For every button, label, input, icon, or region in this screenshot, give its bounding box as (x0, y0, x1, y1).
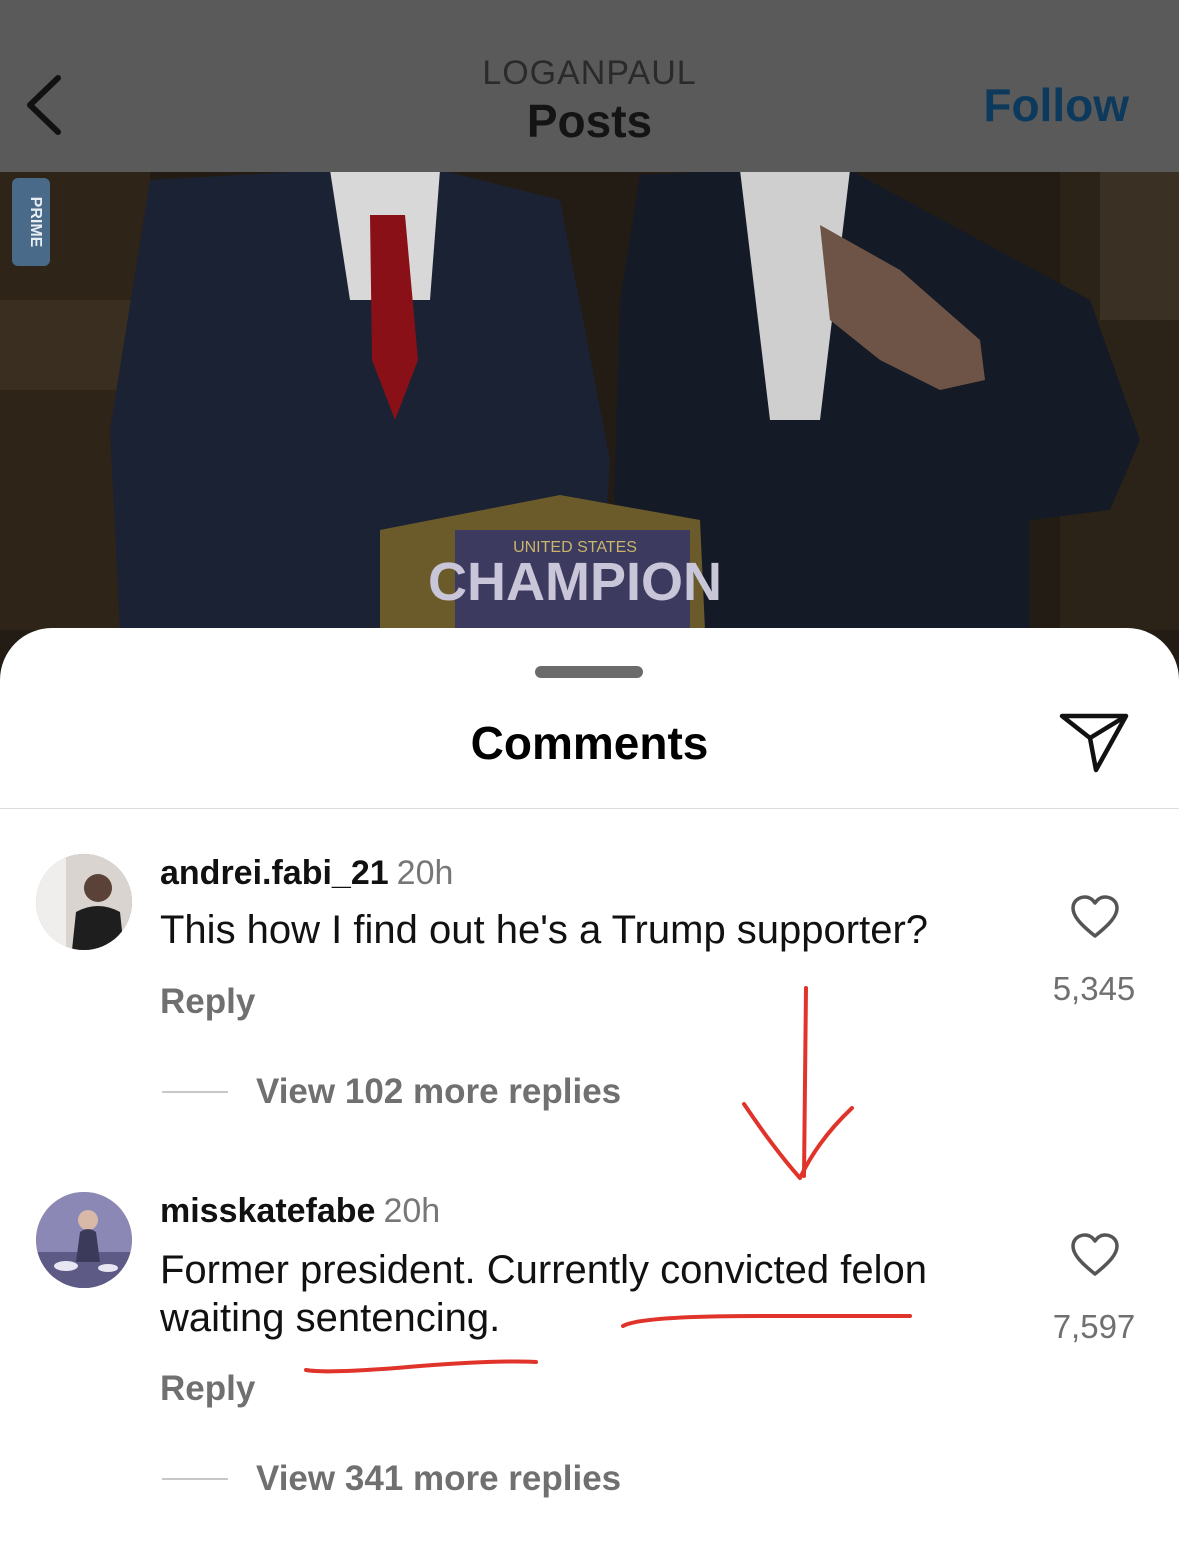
comment-username[interactable]: misskatefabe (160, 1192, 375, 1230)
comment-username-row: misskatefabe 20h (160, 1192, 440, 1231)
prime-can-label: PRIME (27, 197, 44, 248)
avatar-image (36, 854, 132, 950)
heart-icon (1071, 1233, 1119, 1276)
view-more-replies[interactable]: View 102 more replies (256, 1072, 621, 1112)
like-button[interactable] (1070, 1232, 1120, 1278)
comment-username[interactable]: andrei.fabi_21 (160, 854, 389, 892)
like-count: 7,597 (1052, 1308, 1136, 1345)
reply-button[interactable]: Reply (160, 1369, 255, 1409)
avatar[interactable] (36, 854, 132, 950)
comment-text-line-2: waiting sentencing. (160, 1296, 501, 1340)
like-count: 5,345 (1052, 970, 1136, 1007)
comments-title: Comments (470, 717, 709, 769)
view-more-replies[interactable]: View 341 more replies (256, 1459, 621, 1499)
comment-time: 20h (396, 854, 454, 892)
comment-time: 20h (383, 1192, 441, 1230)
top-bar: LOGANPAUL Posts Follow (0, 0, 1179, 172)
reply-button[interactable]: Reply (160, 982, 255, 1022)
comment-username-row: andrei.fabi_21 20h (160, 854, 453, 893)
divider (0, 808, 1179, 809)
sheet-grabber[interactable] (535, 666, 643, 678)
comments-sheet: Comments andrei.fabi_21 20h This how I fi… (0, 628, 1179, 1543)
belt-text: CHAMPION (428, 552, 722, 612)
comment-text-line-1: Former president. Currently convicted fe… (160, 1248, 927, 1292)
belt-subtext: UNITED STATES (513, 539, 637, 556)
follow-button[interactable]: Follow (983, 78, 1129, 132)
avatar-image (36, 1192, 132, 1288)
replies-line (162, 1478, 228, 1480)
paper-plane-icon (1059, 713, 1129, 773)
avatar[interactable] (36, 1192, 132, 1288)
like-button[interactable] (1070, 894, 1120, 940)
share-button[interactable] (1058, 708, 1132, 778)
heart-icon (1071, 895, 1119, 938)
replies-line (162, 1091, 228, 1093)
comment-text: This how I find out he's a Trump support… (160, 908, 929, 952)
